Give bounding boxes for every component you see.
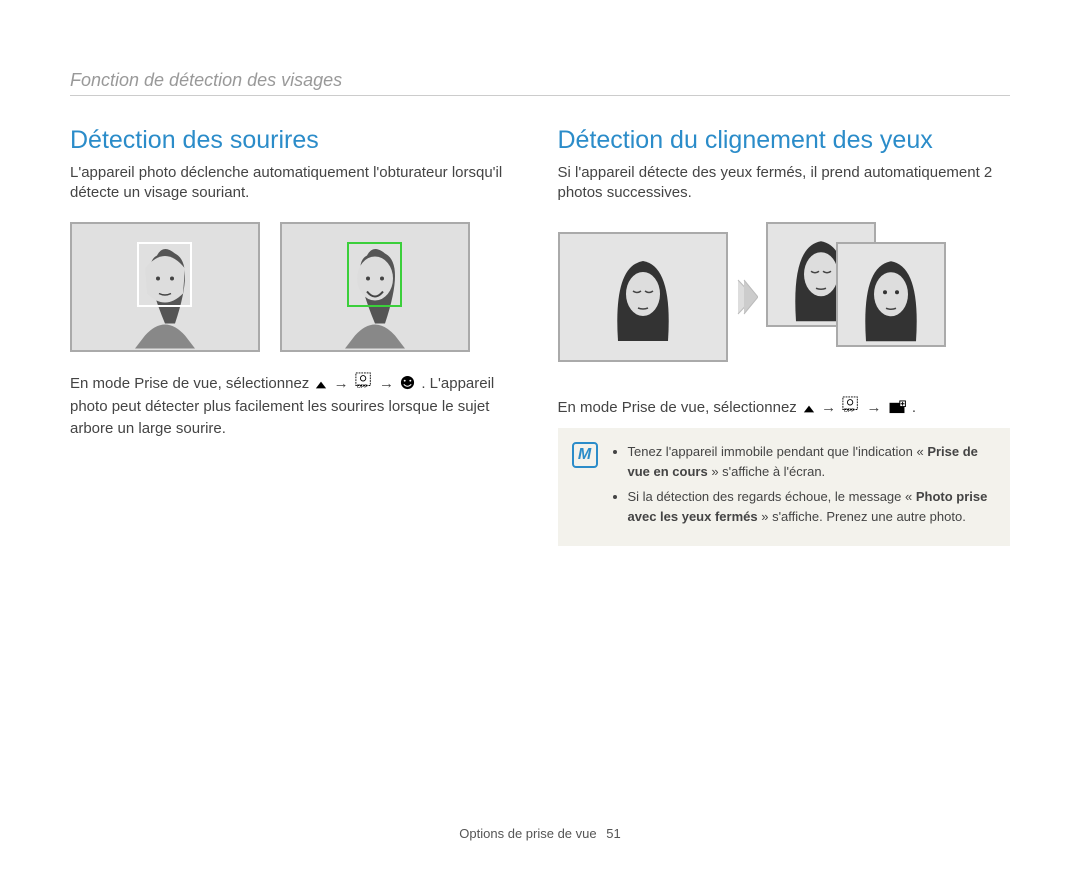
text: Tenez l'appareil immobile pendant que l'… — [628, 444, 928, 459]
text: . — [912, 399, 916, 416]
blink-title: Détection du clignement des yeux — [558, 126, 1011, 155]
blink-intro: Si l'appareil détecte des yeux fermés, i… — [558, 163, 1011, 204]
page-number: 51 — [606, 826, 620, 841]
text: » s'affiche à l'écran. — [708, 464, 825, 479]
blink-detection-section: Détection du clignement des yeux Si l'ap… — [558, 126, 1011, 546]
arrow-icon: → — [379, 375, 394, 392]
blink-mode-icon — [888, 399, 906, 421]
photo-eyes-closed — [558, 232, 728, 362]
burst-photo-2 — [836, 242, 946, 347]
smile-intro: L'appareil photo déclenche automatiqueme… — [70, 163, 523, 204]
arrow-right-icon — [736, 278, 758, 316]
face-detect-box — [137, 242, 192, 307]
up-triangle-icon — [803, 399, 815, 421]
text: En mode Prise de vue, sélectionnez — [558, 399, 801, 416]
footer-chapter: Options de prise de vue — [459, 826, 596, 841]
blink-instructions: En mode Prise de vue, sélectionnez → → . — [558, 396, 1011, 421]
note-item: Tenez l'appareil immobile pendant que l'… — [628, 442, 995, 481]
note-list: Tenez l'appareil immobile pendant que l'… — [612, 442, 995, 532]
note-box: M Tenez l'appareil immobile pendant que … — [558, 428, 1011, 546]
smile-detection-section: Détection des sourires L'appareil photo … — [70, 126, 523, 546]
photo-neutral-face — [70, 222, 260, 352]
burst-photos — [766, 222, 966, 372]
text: En mode Prise de vue, sélectionnez — [70, 375, 313, 392]
smile-face-icon — [400, 375, 415, 397]
arrow-icon: → — [821, 399, 836, 416]
smile-instructions: En mode Prise de vue, sélectionnez → → .… — [70, 372, 523, 440]
page-header: Fonction de détection des visages — [70, 70, 1010, 96]
face-detect-box-active — [347, 242, 402, 307]
face-off-icon — [842, 396, 860, 421]
note-icon: M — [572, 442, 598, 468]
face-off-icon — [355, 372, 373, 397]
page-footer: Options de prise de vue 51 — [70, 826, 1010, 841]
up-triangle-icon — [315, 375, 327, 397]
note-item: Si la détection des regards échoue, le m… — [628, 487, 995, 526]
smile-title: Détection des sourires — [70, 126, 523, 155]
arrow-icon: → — [867, 399, 882, 416]
text: Si la détection des regards échoue, le m… — [628, 489, 916, 504]
text: » s'affiche. Prenez une autre photo. — [758, 509, 966, 524]
smile-photo-row — [70, 222, 523, 352]
content-columns: Détection des sourires L'appareil photo … — [70, 126, 1010, 546]
arrow-icon: → — [334, 375, 349, 392]
blink-photo-row — [558, 222, 1011, 372]
photo-smiling-face — [280, 222, 470, 352]
